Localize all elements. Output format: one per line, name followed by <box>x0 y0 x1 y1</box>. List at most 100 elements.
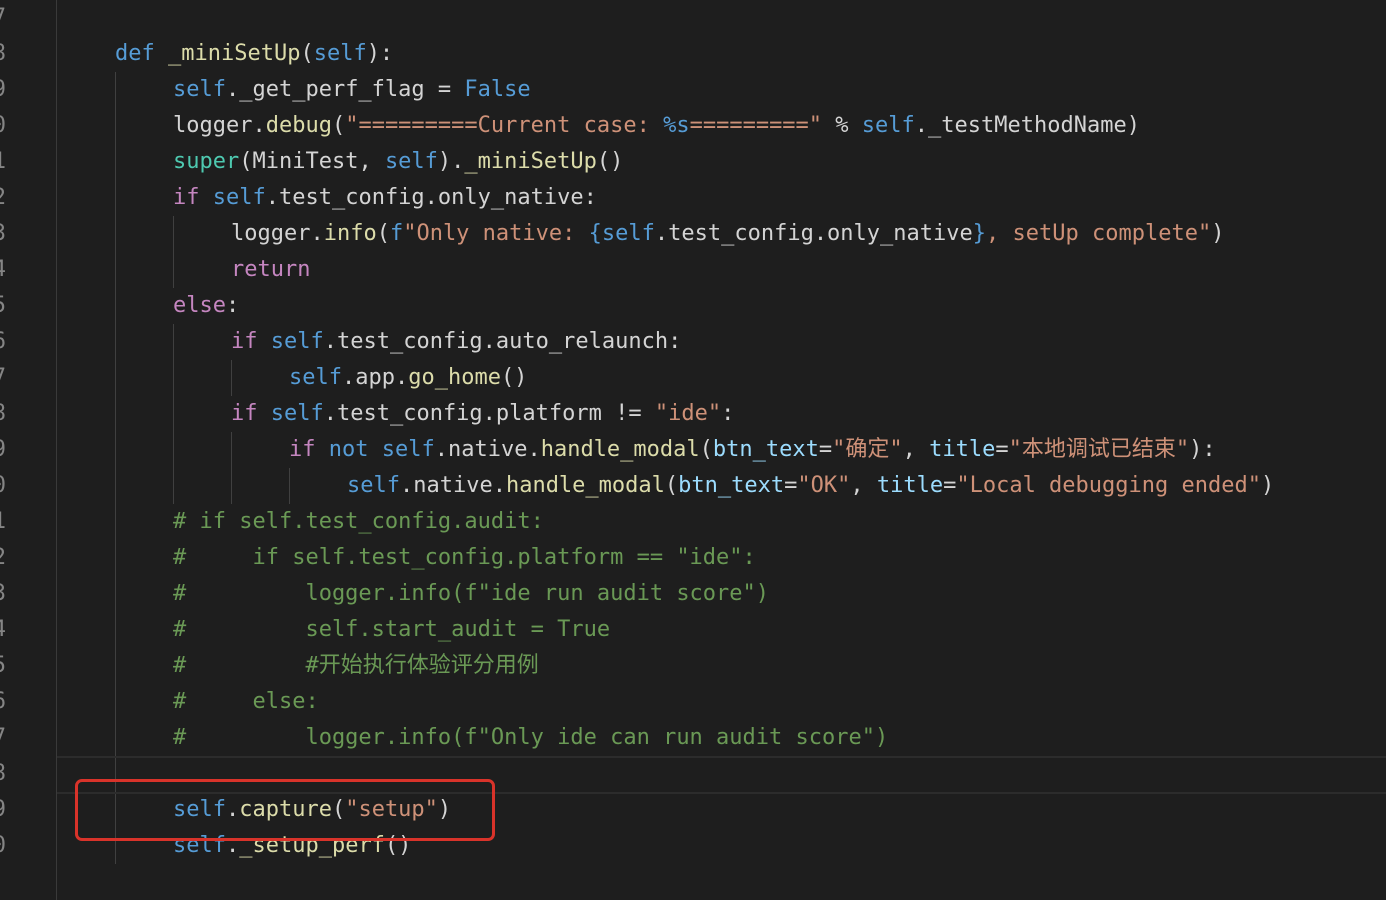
line-number: 4 <box>0 252 6 288</box>
code-token: ( <box>376 221 390 246</box>
code-token: ). <box>437 149 465 174</box>
line-number: 1 <box>0 504 6 540</box>
code-token: ( <box>300 41 314 66</box>
code-token: self <box>861 113 915 138</box>
code-token: logger. <box>173 113 266 138</box>
code-token: "=========Current case: <box>345 113 664 138</box>
code-token: self <box>313 41 367 66</box>
line-number: 7 <box>0 360 6 396</box>
code-line[interactable]: self._get_perf_flag = False <box>173 72 531 108</box>
code-line[interactable]: def _miniSetUp(self): <box>115 36 393 72</box>
code-line[interactable]: if self.test_config.only_native: <box>173 180 597 216</box>
indent-guide <box>231 360 232 396</box>
code-token: return <box>231 257 311 282</box>
line-number: 1 <box>0 144 6 180</box>
code-token: .test_config.only_native <box>654 221 973 246</box>
code-area[interactable]: def _miniSetUp(self): self._get_perf_flag… <box>57 0 1386 900</box>
code-token: else <box>173 293 226 318</box>
line-number: 4 <box>0 612 6 648</box>
code-line[interactable]: if self.test_config.auto_relaunch: <box>231 324 681 360</box>
code-line[interactable]: # else: <box>173 684 319 720</box>
code-token: if <box>289 437 316 462</box>
code-token: # if self.test_config.platform == "ide": <box>173 545 756 570</box>
code-token: title <box>876 473 944 498</box>
code-token: ( <box>664 473 679 498</box>
line-number: 2 <box>0 180 6 216</box>
line-number: 7 <box>0 720 6 756</box>
code-token: () <box>596 149 624 174</box>
code-token: # logger.info(f"ide run audit score") <box>173 581 770 606</box>
code-token: self <box>347 473 400 498</box>
code-line[interactable]: # if self.test_config.platform == "ide": <box>173 540 756 576</box>
code-line[interactable]: else: <box>173 288 239 324</box>
line-number: 7 <box>0 0 6 36</box>
code-token: debug <box>265 113 332 138</box>
code-token: # self.start_audit = True <box>173 617 611 642</box>
code-token: handle_modal <box>540 437 700 462</box>
line-number: 2 <box>0 540 6 576</box>
line-number: 9 <box>0 72 6 108</box>
code-line[interactable]: logger.debug("=========Current case: %s=… <box>173 108 1140 144</box>
line-number: 0 <box>0 828 6 864</box>
code-token: .native. <box>434 437 541 462</box>
code-line[interactable]: # #开始执行体验评分用例 <box>173 648 539 684</box>
line-number: 8 <box>0 36 6 72</box>
line-number: 8 <box>0 396 6 432</box>
code-token: info <box>323 221 377 246</box>
code-token: .test_config.auto_relaunch: <box>323 329 682 354</box>
line-number: 9 <box>0 432 6 468</box>
indent-guide <box>173 216 174 288</box>
code-token: f <box>389 221 404 246</box>
code-editor[interactable]: 789012345678901234567890 def _miniSetUp(… <box>0 0 1386 900</box>
code-line[interactable]: self.native.handle_modal(btn_text="OK", … <box>347 468 1274 504</box>
code-line[interactable]: return <box>231 252 310 288</box>
code-token: .app. <box>341 365 409 390</box>
code-token: btn_text <box>678 473 785 498</box>
code-token: ) <box>1260 473 1275 498</box>
line-number: 6 <box>0 324 6 360</box>
code-line[interactable]: if not self.native.handle_modal(btn_text… <box>289 432 1216 468</box>
code-token: %s <box>663 113 690 138</box>
code-token: (MiniTest, <box>239 149 385 174</box>
line-number: 3 <box>0 576 6 612</box>
code-token: "确定" <box>832 437 903 462</box>
code-line[interactable]: # logger.info(f"Only ide can run audit s… <box>173 720 888 756</box>
code-token: btn_text <box>712 437 819 462</box>
code-token: if <box>173 185 200 210</box>
line-number: 6 <box>0 684 6 720</box>
indent-guide <box>231 432 232 504</box>
code-token: go_home <box>408 365 501 390</box>
code-token: .test_config.only_native: <box>265 185 597 210</box>
code-token: = <box>818 437 833 462</box>
code-token: # logger.info(f"Only ide can run audit s… <box>173 725 889 750</box>
code-token: _miniSetUp <box>464 149 597 174</box>
code-token: _miniSetUp <box>168 41 301 66</box>
code-token: ._get_perf_flag = <box>225 77 465 102</box>
code-line[interactable]: if self.test_config.platform != "ide": <box>231 396 734 432</box>
code-token: super <box>173 149 240 174</box>
code-token: # #开始执行体验评分用例 <box>173 653 539 678</box>
code-token: .native. <box>399 473 506 498</box>
code-token: { <box>588 221 602 246</box>
line-number: 5 <box>0 288 6 324</box>
code-token: "Local debugging ended" <box>956 473 1261 498</box>
code-line[interactable]: logger.info(f"Only native: {self.test_co… <box>231 216 1224 252</box>
line-number: 3 <box>0 216 6 252</box>
code-line[interactable]: # if self.test_config.audit: <box>173 504 544 540</box>
code-token: = <box>784 473 798 498</box>
code-line[interactable]: self.app.go_home() <box>289 360 527 396</box>
code-token: ) <box>1211 221 1225 246</box>
code-line[interactable]: # self.start_audit = True <box>173 612 610 648</box>
code-token: title <box>929 437 996 462</box>
code-token: ( <box>331 113 346 138</box>
code-token: , <box>902 437 930 462</box>
code-token: if <box>231 401 258 426</box>
code-line[interactable]: # logger.info(f"ide run audit score") <box>173 576 769 612</box>
indent-guide <box>289 468 290 504</box>
code-token: , setUp complete" <box>986 221 1212 246</box>
code-token: ( <box>699 437 713 462</box>
indent-guide <box>115 72 116 864</box>
code-line[interactable]: super(MiniTest, self)._miniSetUp() <box>173 144 623 180</box>
